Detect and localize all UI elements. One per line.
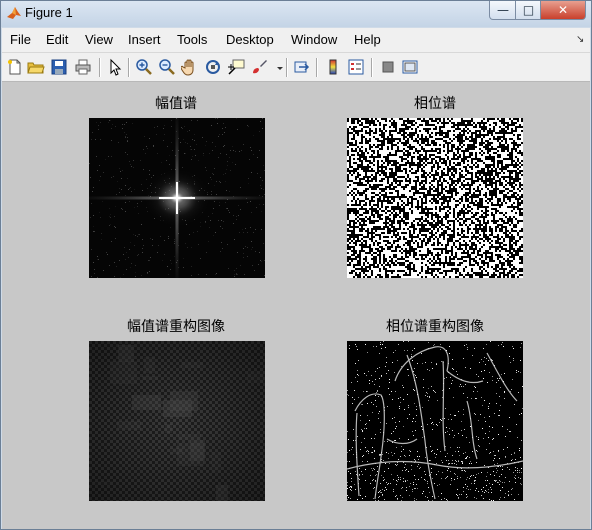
figure-canvas[interactable]: 幅值谱 相位谱 幅值谱重构图像 相位谱重构图像 [2, 82, 590, 529]
maximize-button[interactable]: □ [515, 1, 542, 20]
menu-view[interactable]: View [85, 32, 113, 47]
window-title: Figure 1 [25, 5, 73, 20]
plot-title-magnitude-reconstruction: 幅值谱重构图像 [127, 319, 225, 335]
menu-window[interactable]: Window [291, 32, 337, 47]
toolbar-separator [316, 58, 318, 77]
hide-plot-tools-icon[interactable] [379, 58, 397, 76]
plot-title-phase-spectrum: 相位谱 [414, 96, 456, 112]
magnitude-reconstruction-image [89, 341, 265, 501]
minimize-button[interactable]: — [489, 1, 517, 20]
title-bar[interactable]: Figure 1 — □ ✕ [1, 1, 591, 27]
phase-spectrum-image [347, 118, 523, 278]
zoom-out-icon[interactable] [158, 58, 176, 76]
toolbar-separator [99, 58, 101, 77]
menu-desktop[interactable]: Desktop [226, 32, 274, 47]
figure-window: Figure 1 — □ ✕ File Edit View Insert Too… [0, 0, 592, 530]
menu-bar: File Edit View Insert Tools Desktop Wind… [2, 28, 590, 53]
legend-icon[interactable] [347, 58, 365, 76]
plot-title-phase-reconstruction: 相位谱重构图像 [386, 319, 484, 335]
link-plot-icon[interactable] [293, 58, 311, 76]
zoom-in-icon[interactable] [135, 58, 153, 76]
magnitude-spectrum-image [89, 118, 265, 278]
toolbar-separator [371, 58, 373, 77]
close-button[interactable]: ✕ [540, 1, 586, 20]
edit-plot-arrow-icon[interactable] [106, 58, 124, 76]
menu-file[interactable]: File [10, 32, 31, 47]
toolbar-separator [128, 58, 130, 77]
colorbar-icon[interactable] [324, 58, 342, 76]
menu-help[interactable]: Help [354, 32, 381, 47]
menu-edit[interactable]: Edit [46, 32, 68, 47]
menu-insert[interactable]: Insert [128, 32, 161, 47]
data-cursor-icon[interactable] [227, 58, 245, 76]
print-icon[interactable] [74, 58, 92, 76]
new-figure-icon[interactable] [6, 58, 24, 76]
open-file-icon[interactable] [27, 58, 45, 76]
matlab-logo-icon [6, 5, 22, 21]
menu-tools[interactable]: Tools [177, 32, 207, 47]
menu-overflow-arrow-icon[interactable]: ↘ [576, 34, 584, 45]
save-icon[interactable] [50, 58, 68, 76]
brush-icon[interactable] [250, 58, 268, 76]
phase-reconstruction-image [347, 341, 523, 501]
toolbar-separator [286, 58, 288, 77]
plot-title-magnitude-spectrum: 幅值谱 [155, 96, 197, 112]
brush-dropdown-chevron-down-icon[interactable] [271, 58, 283, 76]
show-plot-tools-icon[interactable] [401, 58, 419, 76]
rotate-3d-icon[interactable] [204, 58, 222, 76]
figure-toolbar [2, 53, 590, 82]
pan-hand-icon[interactable] [181, 58, 199, 76]
